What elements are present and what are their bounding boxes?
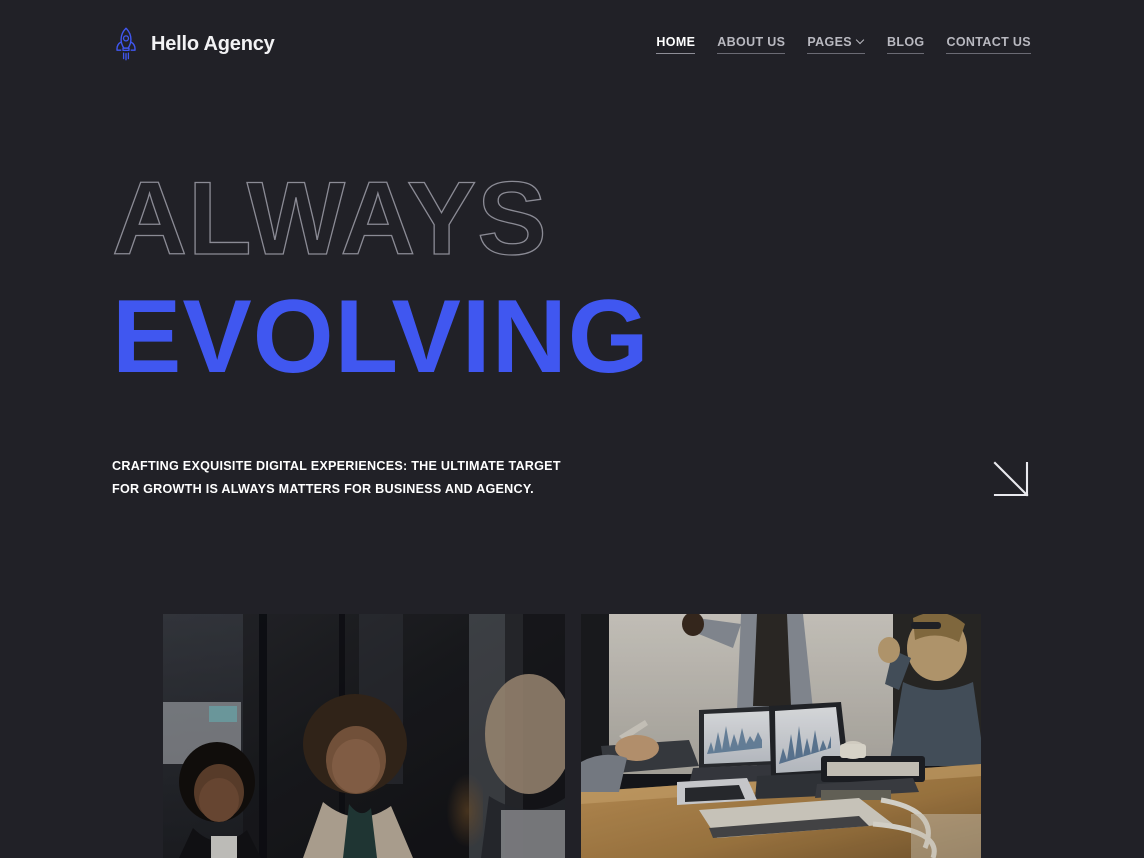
nav-item-pages-label: PAGES [807,34,852,49]
hero-section: ALWAYS EVOLVING CRAFTING EXQUISITE DIGIT… [0,150,1144,497]
brand-logo[interactable]: Hello Agency [113,26,275,62]
nav-item-home-label: HOME [656,34,696,49]
arrow-down-right-icon[interactable] [990,458,1034,502]
hero-headline-outline: ALWAYS [111,161,548,277]
main-navigation: HOME ABOUT US PAGES BLOG CONTACT US [656,35,1031,54]
nav-item-home[interactable]: HOME [656,34,696,54]
nav-item-about-us[interactable]: ABOUT US [717,34,786,54]
rocket-icon [113,26,139,62]
site-header: Hello Agency HOME ABOUT US PAGES BLOG CO… [0,0,1144,88]
nav-item-about-us-label: ABOUT US [717,34,786,49]
nav-item-contact-us-label: CONTACT US [946,34,1031,49]
hero-footer-row: CRAFTING EXQUISITE DIGITAL EXPERIENCES: … [0,455,1144,502]
team-celebration-photo [581,614,981,858]
office-meeting-photo [163,614,565,858]
showcase-image-1[interactable] [163,614,565,858]
nav-item-contact-us[interactable]: CONTACT US [946,35,1031,54]
nav-item-blog-label: BLOG [886,34,925,49]
showcase-gallery [163,614,981,858]
chevron-down-icon [857,36,865,44]
hero-title: ALWAYS EVOLVING [0,150,1144,388]
nav-item-pages[interactable]: PAGES [807,35,865,54]
brand-name: Hello Agency [151,33,275,55]
hero-tagline: CRAFTING EXQUISITE DIGITAL EXPERIENCES: … [112,459,561,497]
nav-item-blog[interactable]: BLOG [886,34,925,54]
hero-headline-solid: EVOLVING [112,278,650,395]
showcase-image-2[interactable] [581,614,981,858]
